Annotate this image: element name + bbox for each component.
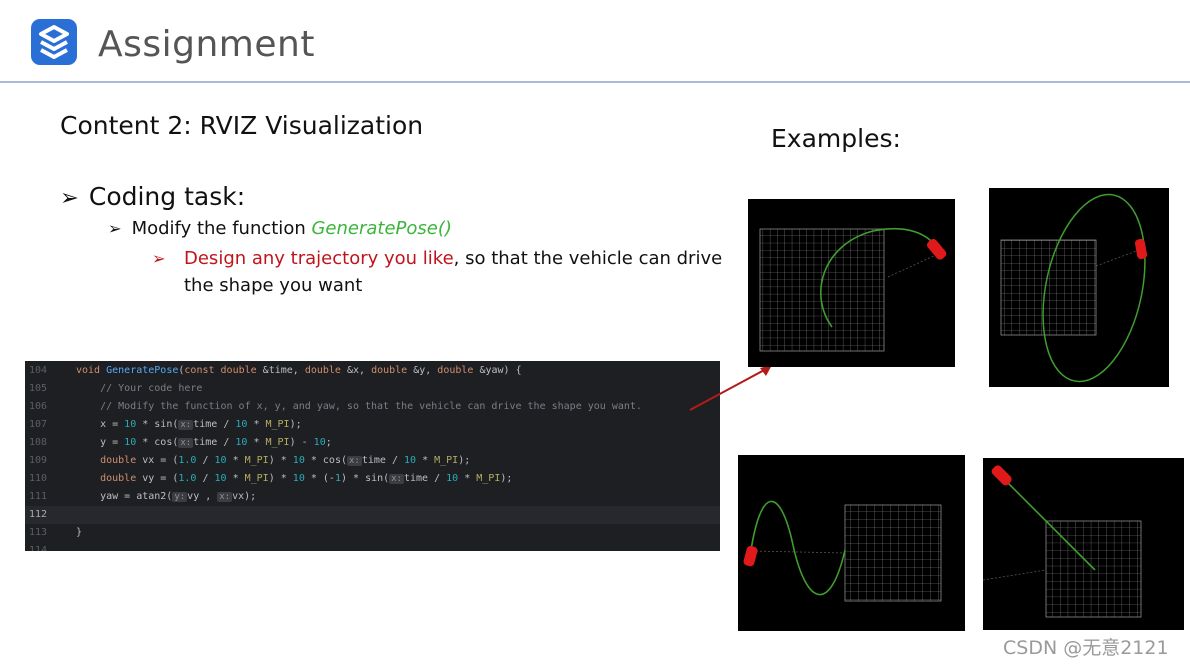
code-line: y = 10 * cos(x: time / 10 * M_PI) - 10; — [76, 437, 332, 448]
bullet-design-trajectory: ➢ Design any trajectory you like, so tha… — [152, 245, 732, 299]
code-line: double vy = (1.0 / 10 * M_PI) * 10 * (-1… — [100, 473, 513, 484]
logo-icon — [31, 19, 77, 65]
line-number: 110 — [28, 473, 47, 484]
line-number: 113 — [28, 527, 47, 538]
line-number: 104 — [28, 365, 47, 376]
arrow-bullet-icon: ➢ — [108, 219, 122, 238]
code-line: } — [76, 527, 83, 538]
arrow-bullet-icon: ➢ — [152, 249, 166, 268]
bullet-coding-task: ➢ Coding task: — [60, 182, 245, 211]
line-number: 108 — [28, 437, 47, 448]
code-line: x = 10 * sin(x: time / 10 * M_PI); — [76, 419, 302, 430]
code-line: void GeneratePose(const double &time, do… — [76, 365, 522, 376]
line-number: 112 — [28, 509, 47, 520]
watermark: CSDN @无意2121 — [1003, 637, 1169, 659]
line-number: 111 — [28, 491, 47, 502]
connector-arrow — [689, 365, 772, 411]
content-heading: Content 2: RVIZ Visualization — [60, 111, 424, 140]
code-line: // Your code here — [76, 383, 203, 394]
code-line: yaw = atan2(y: vy , x: vx); — [76, 491, 257, 502]
example-image-ellipse — [989, 188, 1169, 387]
function-name: GeneratePose() — [311, 218, 452, 239]
design-red-text: Design any trajectory you like — [184, 248, 454, 269]
arrow-bullet-icon: ➢ — [60, 185, 79, 211]
code-screenshot: 104 void GeneratePose(const double &time,… — [25, 361, 720, 551]
modify-text: Modify the function — [131, 218, 312, 239]
coding-task-text: Coding task: — [88, 182, 246, 211]
line-number: 105 — [28, 383, 47, 394]
title-divider — [0, 81, 1190, 83]
example-image-arc — [748, 199, 955, 367]
examples-label: Examples: — [771, 124, 901, 153]
bullet-modify-function: ➢ Modify the function GeneratePose() — [108, 218, 452, 239]
code-line: // Modify the function of x, y, and yaw,… — [76, 401, 642, 412]
line-number: 107 — [28, 419, 47, 430]
example-image-line — [983, 458, 1184, 630]
code-line: double vx = (1.0 / 10 * M_PI) * 10 * cos… — [100, 455, 471, 466]
slide-title: Assignment — [98, 24, 315, 65]
line-number: 109 — [28, 455, 47, 466]
line-number: 114 — [28, 545, 47, 551]
example-image-sine — [738, 455, 965, 631]
line-number: 106 — [28, 401, 47, 412]
